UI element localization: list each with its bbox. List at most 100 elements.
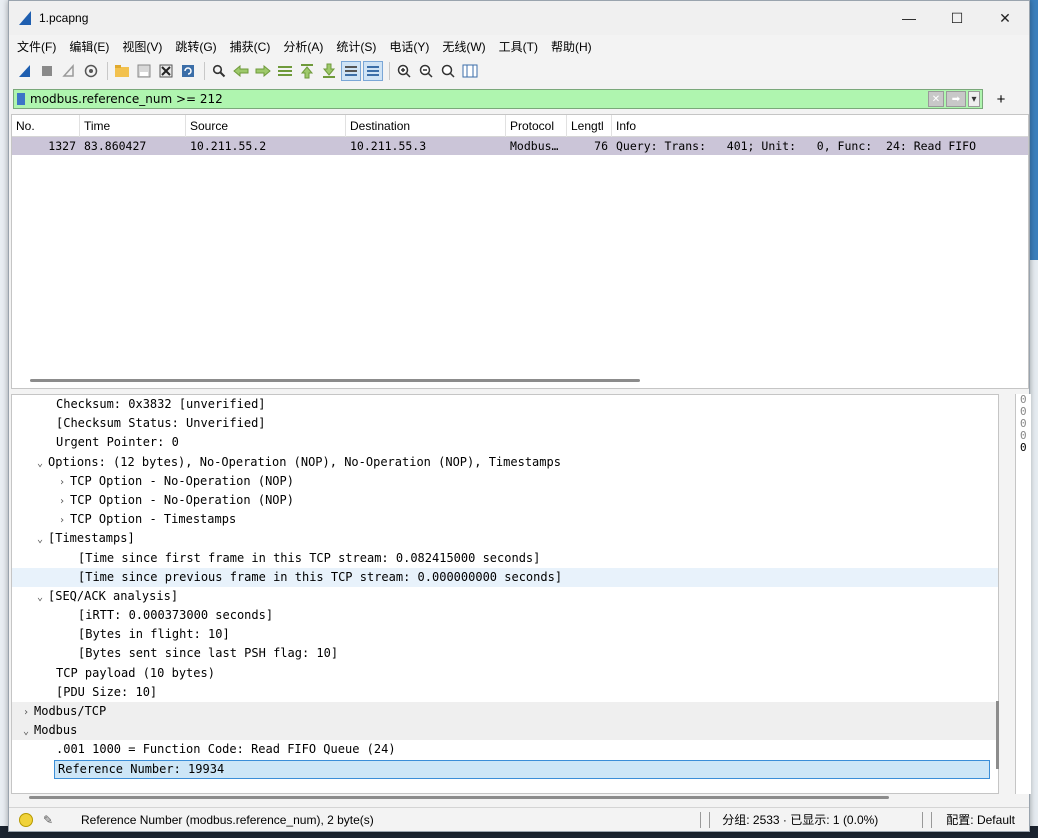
stop-icon[interactable] xyxy=(37,61,57,81)
column-header-time[interactable]: Time xyxy=(80,115,186,137)
window-title: 1.pcapng xyxy=(39,11,89,25)
menu-telephony[interactable]: 电话(Y) xyxy=(389,38,429,55)
packet-list-hscrollbar[interactable] xyxy=(30,379,640,382)
detail-tree-item[interactable]: Reference Number: 19934 xyxy=(12,759,998,779)
detail-tree-item[interactable]: › TCP Option - No-Operation (NOP) xyxy=(12,472,998,491)
menu-statistics[interactable]: 统计(S) xyxy=(336,38,376,55)
detail-tree-item[interactable]: [Time since first frame in this TCP stre… xyxy=(12,549,998,568)
detail-tree-label: [Time since previous frame in this TCP s… xyxy=(78,569,563,584)
status-separator xyxy=(931,811,933,828)
filter-dropdown-icon[interactable]: ▾ xyxy=(968,91,980,107)
open-folder-icon[interactable] xyxy=(112,61,132,81)
packet-row[interactable]: 1327 83.860427 10.211.55.2 10.211.55.3 M… xyxy=(12,137,1028,155)
menu-wireless[interactable]: 无线(W) xyxy=(442,38,485,55)
maximize-button[interactable]: ☐ xyxy=(933,1,981,35)
find-icon[interactable] xyxy=(209,61,229,81)
detail-tree-item[interactable]: [iRTT: 0.000373000 seconds] xyxy=(12,606,998,625)
options-icon[interactable] xyxy=(81,61,101,81)
menu-bar: 文件(F) 编辑(E) 视图(V) 跳转(G) 捕获(C) 分析(A) 统计(S… xyxy=(9,35,1029,57)
forward-icon[interactable] xyxy=(253,61,273,81)
detail-tree-item[interactable]: [Time since previous frame in this TCP s… xyxy=(12,567,998,587)
details-hscrollbar[interactable] xyxy=(29,796,889,799)
menu-go[interactable]: 跳转(G) xyxy=(175,38,216,55)
minimize-button[interactable]: — xyxy=(885,1,933,35)
status-packet-count: 分组: 2533 · 已显示: 1 (0.0%) xyxy=(722,813,879,827)
resize-columns-icon[interactable] xyxy=(460,61,480,81)
menu-view[interactable]: 视图(V) xyxy=(122,38,162,55)
detail-tree-label: TCP Option - No-Operation (NOP) xyxy=(70,473,294,488)
detail-tree-item[interactable]: ⌄ Modbus xyxy=(12,721,998,741)
menu-capture[interactable]: 捕获(C) xyxy=(230,38,271,55)
expert-info-indicator-icon[interactable] xyxy=(19,812,33,827)
detail-tree-item[interactable]: › TCP Option - Timestamps xyxy=(12,510,998,529)
detail-tree-label: [iRTT: 0.000373000 seconds] xyxy=(78,608,274,623)
column-header-destination[interactable]: Destination xyxy=(346,115,506,137)
detail-tree-item[interactable]: [PDU Size: 10] xyxy=(12,683,998,702)
filter-actions: ✕ ➡ ▾ xyxy=(928,91,980,107)
detail-tree-label: .001 1000 = Function Code: Read FIFO Que… xyxy=(56,742,396,757)
chevron-down-icon[interactable]: ⌄ xyxy=(20,722,32,741)
goto-packet-icon[interactable] xyxy=(275,61,295,81)
save-file-icon[interactable] xyxy=(134,61,154,81)
detail-tree-item[interactable]: ⌄ Options: (12 bytes), No-Operation (NOP)… xyxy=(12,453,998,472)
packet-protocol: Modbus… xyxy=(510,139,559,153)
chevron-right-icon[interactable]: › xyxy=(56,511,68,530)
close-button[interactable]: ✕ xyxy=(981,1,1029,35)
detail-tree-item[interactable]: ⌄ [SEQ/ACK analysis] xyxy=(12,587,998,606)
detail-tree-item[interactable]: [Bytes sent since last PSH flag: 10] xyxy=(12,644,998,663)
back-icon[interactable] xyxy=(231,61,251,81)
chevron-right-icon[interactable]: › xyxy=(20,703,32,722)
detail-tree-item[interactable]: TCP payload (10 bytes) xyxy=(12,664,998,683)
last-packet-icon[interactable] xyxy=(319,61,339,81)
detail-tree-item[interactable]: [Checksum Status: Unverified] xyxy=(12,414,998,433)
shark-fin-start-icon[interactable] xyxy=(15,61,35,81)
menu-file[interactable]: 文件(F) xyxy=(17,38,56,55)
detail-tree-label: TCP payload (10 bytes) xyxy=(56,665,215,680)
detail-tree-item[interactable]: › Modbus/TCP xyxy=(12,702,998,722)
display-filter-text[interactable]: modbus.reference_num >= 212 xyxy=(30,92,223,106)
zoom-out-icon[interactable] xyxy=(416,61,436,81)
detail-tree-item[interactable]: Urgent Pointer: 0 xyxy=(12,433,998,452)
detail-tree-item[interactable]: ⌄ [Timestamps] xyxy=(12,529,998,548)
detail-tree-item[interactable]: [Bytes in flight: 10] xyxy=(12,625,998,644)
zoom-in-icon[interactable] xyxy=(394,61,414,81)
capture-comment-icon[interactable]: ✎ xyxy=(43,813,59,827)
menu-analyze[interactable]: 分析(A) xyxy=(283,38,323,55)
chevron-down-icon[interactable]: ⌄ xyxy=(34,588,46,607)
chevron-right-icon[interactable]: › xyxy=(56,473,68,492)
column-header-info[interactable]: Info xyxy=(612,115,1028,137)
status-profile[interactable]: 配置: Default xyxy=(946,811,1015,828)
details-vscrollbar[interactable] xyxy=(996,701,999,769)
column-header-length[interactable]: Lengtl xyxy=(567,115,612,137)
reload-icon[interactable] xyxy=(178,61,198,81)
restart-icon[interactable] xyxy=(59,61,79,81)
clear-filter-icon[interactable]: ✕ xyxy=(928,91,944,107)
normal-size-icon[interactable] xyxy=(438,61,458,81)
first-packet-icon[interactable] xyxy=(297,61,317,81)
chevron-down-icon[interactable]: ⌄ xyxy=(34,530,46,549)
display-filter-bar: modbus.reference_num >= 212 ✕ ➡ ▾ + xyxy=(13,88,1023,110)
menu-tools[interactable]: 工具(T) xyxy=(499,38,538,55)
close-file-icon[interactable] xyxy=(156,61,176,81)
column-header-protocol[interactable]: Protocol xyxy=(506,115,567,137)
menu-edit[interactable]: 编辑(E) xyxy=(69,38,109,55)
detail-tree-label: [Time since first frame in this TCP stre… xyxy=(78,550,541,565)
packet-length: 76 xyxy=(594,139,608,153)
packet-bytes-pane: 00000 xyxy=(1015,394,1031,794)
column-header-no[interactable]: No. xyxy=(12,115,80,137)
detail-tree-label: [Bytes in flight: 10] xyxy=(78,627,230,642)
apply-filter-icon[interactable]: ➡ xyxy=(946,91,966,107)
display-filter-input[interactable]: modbus.reference_num >= 212 ✕ ➡ ▾ xyxy=(13,89,983,109)
add-filter-button[interactable]: + xyxy=(989,91,1013,108)
menu-help[interactable]: 帮助(H) xyxy=(551,38,592,55)
detail-tree-item[interactable]: Checksum: 0x3832 [unverified] xyxy=(12,395,998,414)
autoscroll-icon[interactable] xyxy=(341,61,361,81)
window-controls: — ☐ ✕ xyxy=(885,1,1029,35)
detail-tree-item[interactable]: .001 1000 = Function Code: Read FIFO Que… xyxy=(12,740,998,759)
filter-bookmark-icon[interactable] xyxy=(17,93,25,105)
chevron-down-icon[interactable]: ⌄ xyxy=(34,454,46,473)
chevron-right-icon[interactable]: › xyxy=(56,492,68,511)
column-header-source[interactable]: Source xyxy=(186,115,346,137)
detail-tree-item[interactable]: › TCP Option - No-Operation (NOP) xyxy=(12,491,998,510)
colorize-icon[interactable] xyxy=(363,61,383,81)
